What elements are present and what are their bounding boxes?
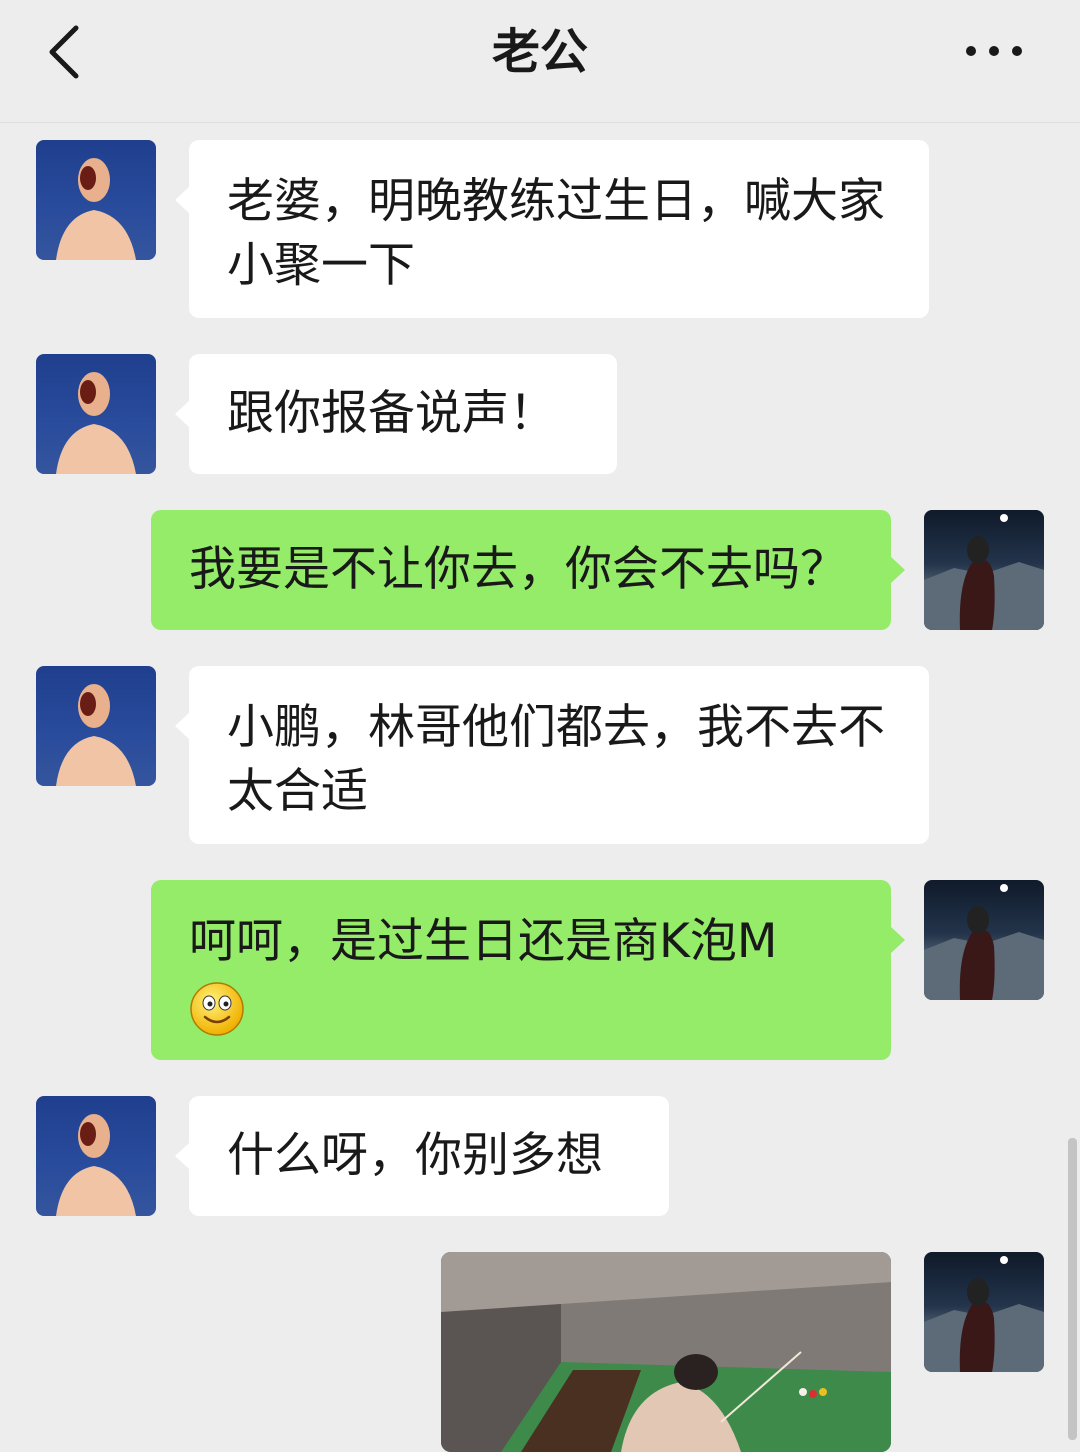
message-bubble-incoming[interactable]: 小鹏，林哥他们都去，我不去不太合适	[175, 666, 929, 844]
my-avatar[interactable]	[924, 880, 1044, 1000]
smile-emoji-icon	[190, 981, 244, 1036]
message-bubble-outgoing[interactable]: 我要是不让你去，你会不去吗？	[151, 510, 905, 630]
contact-avatar[interactable]	[36, 1096, 156, 1216]
contact-avatar[interactable]	[36, 354, 156, 474]
message-bubble-incoming[interactable]: 跟你报备说声！	[175, 354, 617, 474]
message-bubble-incoming[interactable]: 老婆，明晚教练过生日，喊大家小聚一下	[175, 140, 929, 318]
scrollbar-thumb[interactable]	[1068, 1138, 1077, 1440]
chat-header: 老公	[0, 0, 1080, 123]
my-avatar[interactable]	[924, 1252, 1044, 1372]
my-avatar[interactable]	[924, 510, 1044, 630]
more-dots-icon[interactable]	[966, 46, 1026, 58]
image-message[interactable]	[441, 1252, 891, 1452]
contact-avatar[interactable]	[36, 666, 156, 786]
message-bubble-outgoing[interactable]: 呵呵，是过生日还是商K泡M	[151, 880, 905, 1060]
message-text: 呵呵，是过生日还是商K泡M	[189, 914, 778, 969]
message-bubble-incoming[interactable]: 什么呀，你别多想	[175, 1096, 669, 1216]
chat-title: 老公	[491, 24, 588, 80]
contact-avatar[interactable]	[36, 140, 156, 260]
